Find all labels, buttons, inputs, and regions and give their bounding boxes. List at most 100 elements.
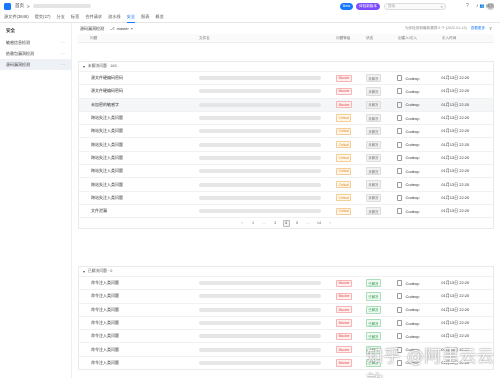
table-row[interactable]: 未加密的敏感字 Blocker 未解决 Codeup 01月13日 22:20 xyxy=(79,97,493,111)
search-input[interactable]: 搜索 ⌕ xyxy=(384,2,446,10)
table-row[interactable]: 源文件硬编码密码 Blocker 未解决 Codeup 01月13日 22:20 xyxy=(79,71,493,84)
severity-badge: Blocker xyxy=(335,292,353,301)
page-number[interactable]: 14 xyxy=(316,220,323,227)
table-row[interactable]: 命令注入类问题 Blocker 已解决 Codeup 01月13日 22:20 xyxy=(79,329,493,342)
collapse-icon[interactable]: ▾ xyxy=(83,64,85,69)
document-icon xyxy=(397,333,403,340)
introduced-time: 01月13日 22:20 xyxy=(441,181,470,187)
issue-name[interactable]: 命令注入类问题 xyxy=(79,347,199,353)
issue-name[interactable]: 跨站失注入类问题 xyxy=(79,142,199,148)
issue-name[interactable]: 源文件硬编码密码 xyxy=(79,88,199,94)
prev-page-button[interactable]: ‹ xyxy=(239,220,246,227)
issue-name[interactable]: 命令注入类问题 xyxy=(79,360,199,366)
user-cell: Codeup xyxy=(397,154,441,161)
column-header[interactable]: 引入时间 xyxy=(442,36,494,41)
tab-item[interactable]: 分支 xyxy=(57,12,65,23)
chevron-down-icon[interactable]: ▾ xyxy=(131,26,133,31)
introduced-time: 01月13日 22:20 xyxy=(441,208,470,214)
try-new-version-button[interactable]: 体验新版本 xyxy=(356,2,380,10)
issue-name[interactable]: 命令注入类问题 xyxy=(79,280,199,286)
more-icon[interactable]: ··· xyxy=(61,62,65,67)
issue-name[interactable]: 跨站失注入类问题 xyxy=(79,115,199,121)
table-row[interactable]: 命令注入类问题 Blocker 已解决 Codeup 01月13日 22:20 xyxy=(79,315,493,329)
members-link[interactable]: 👥 成员 xyxy=(480,3,494,9)
sidebar-item[interactable]: 依赖包漏洞检测 ··· xyxy=(0,48,71,59)
severity-cell: Blocker xyxy=(335,101,366,109)
issue-name[interactable]: 源文件硬编码密码 xyxy=(79,75,199,81)
column-header[interactable]: 文件名 xyxy=(199,36,336,41)
table-row[interactable]: 跨站失注入类问题 Critical 未解决 Codeup 01月13日 22:20 xyxy=(79,124,493,137)
view-more-link[interactable]: 查看更多 xyxy=(471,26,485,31)
table-row[interactable]: 源文件硬编码密码 Blocker 未解决 Codeup 01月13日 22:20 xyxy=(79,84,493,97)
status-badge: 已解决 xyxy=(365,305,382,314)
table-row[interactable]: 命令注入类问题 Blocker 已解决 Codeup 01月13日 22:20 xyxy=(79,276,493,289)
status-badge: 未解决 xyxy=(365,153,382,163)
column-header[interactable]: 问题 xyxy=(78,36,199,41)
breadcrumb-home[interactable]: 首页 xyxy=(15,3,24,9)
status-badge: 已解决 xyxy=(365,279,382,288)
table-row[interactable]: 跨站失注入类问题 Critical 未解决 Codeup 01月13日 22:20 xyxy=(79,164,493,177)
table-row[interactable]: 命令注入类问题 Blocker 已解决 Codeup 01月13日 22:20 xyxy=(79,302,493,316)
branch-selector[interactable]: master xyxy=(117,26,129,31)
collapse-icon[interactable]: ▾ xyxy=(83,269,85,274)
sidebar-item[interactable]: 源码漏洞检测 ··· xyxy=(0,59,71,70)
page-number[interactable]: 5 xyxy=(294,220,301,227)
page-number[interactable]: 3 xyxy=(272,220,279,227)
severity-badge: Blocker xyxy=(335,306,353,314)
issue-name[interactable]: 命令注入类问题 xyxy=(79,333,199,339)
bell-icon[interactable]: ♪ xyxy=(476,3,479,9)
file-path-redacted xyxy=(199,116,322,121)
column-header[interactable]: 问题等级 xyxy=(336,36,366,41)
issue-name[interactable]: 命令注入类问题 xyxy=(79,320,199,326)
more-icon[interactable]: ··· xyxy=(61,51,65,56)
issue-name[interactable]: 跨站失注入类问题 xyxy=(79,182,199,188)
table-row[interactable]: 跨站失注入类问题 Critical 未解决 Codeup 01月13日 22:20 xyxy=(79,110,493,124)
tab-item[interactable]: 合并请求 xyxy=(85,12,102,23)
app-logo[interactable] xyxy=(4,2,11,10)
file-path-cell xyxy=(199,76,335,81)
issue-name[interactable]: 文件泄漏 xyxy=(79,208,199,214)
page-number[interactable]: … xyxy=(305,220,312,227)
table-row[interactable]: 跨站失注入类问题 Critical 未解决 Codeup 01月13日 22:20 xyxy=(79,190,493,204)
tab-item[interactable]: 提交(27) xyxy=(35,12,51,23)
resolved-issues-header[interactable]: ▾ 已解决问题 · 0 xyxy=(79,267,493,276)
sidebar-item[interactable]: 敏感信息检测 ··· xyxy=(0,37,71,48)
next-page-button[interactable]: › xyxy=(327,220,334,227)
column-header[interactable]: 状态 xyxy=(366,36,398,41)
tab-item[interactable]: 报表 xyxy=(141,12,149,23)
table-row[interactable]: 文件泄漏 Critical 未解决 Codeup 01月13日 22:20 xyxy=(79,203,493,217)
tab-item[interactable]: 流水线 xyxy=(108,12,121,23)
issue-name[interactable]: 跨站失注入类问题 xyxy=(79,168,199,174)
document-icon xyxy=(397,128,403,135)
tab-item[interactable]: 源文件(3846) xyxy=(4,12,29,23)
table-row[interactable]: 跨站失注入类问题 Critical 未解决 Codeup 01月13日 22:20 xyxy=(79,150,493,164)
column-header[interactable]: 创建人/引入 xyxy=(398,36,442,41)
issue-name[interactable]: 未加密的敏感字 xyxy=(79,102,199,108)
more-icon[interactable]: ··· xyxy=(61,40,65,45)
page-number[interactable]: 1 xyxy=(250,220,257,227)
tab-item[interactable]: 标签 xyxy=(71,12,79,23)
introduced-time: 01月13日 22:20 xyxy=(441,280,470,286)
file-path-redacted xyxy=(199,89,322,94)
introduced-time: 01月13日 22:20 xyxy=(441,128,470,134)
page-number[interactable]: … xyxy=(261,220,268,227)
issue-name[interactable]: 跨站失注入类问题 xyxy=(79,195,199,201)
help-icon[interactable]: ? xyxy=(466,3,469,9)
beta-badge[interactable]: Beta xyxy=(340,2,353,10)
document-icon xyxy=(397,208,403,215)
issue-name[interactable]: 跨站失注入类问题 xyxy=(79,128,199,134)
table-row[interactable]: 命令注入类问题 Blocker 已解决 Codeup 01月13日 22:20 xyxy=(79,289,493,302)
issue-name[interactable]: 命令注入类问题 xyxy=(79,307,199,313)
open-issues-header[interactable]: ▾ 未解决问题 · 163 xyxy=(79,62,493,71)
table-row[interactable]: 跨站失注入类问题 Critical 未解决 Codeup 01月13日 22:20 xyxy=(79,137,493,150)
file-path-redacted xyxy=(199,76,322,81)
file-path-redacted xyxy=(199,321,322,326)
issue-name[interactable]: 跨站失注入类问题 xyxy=(79,155,199,161)
issue-name[interactable]: 命令注入类问题 xyxy=(79,293,199,299)
table-row[interactable]: 跨站失注入类问题 Critical 未解决 Codeup 01月13日 22:20 xyxy=(79,177,493,190)
tab-item[interactable]: 概览 xyxy=(155,12,163,23)
page-number[interactable]: 4 xyxy=(282,219,290,227)
breadcrumb-repo-redacted[interactable] xyxy=(32,4,91,8)
filter-icon[interactable]: ⊽ xyxy=(489,26,492,31)
tab-item[interactable]: 安全 xyxy=(126,12,136,23)
